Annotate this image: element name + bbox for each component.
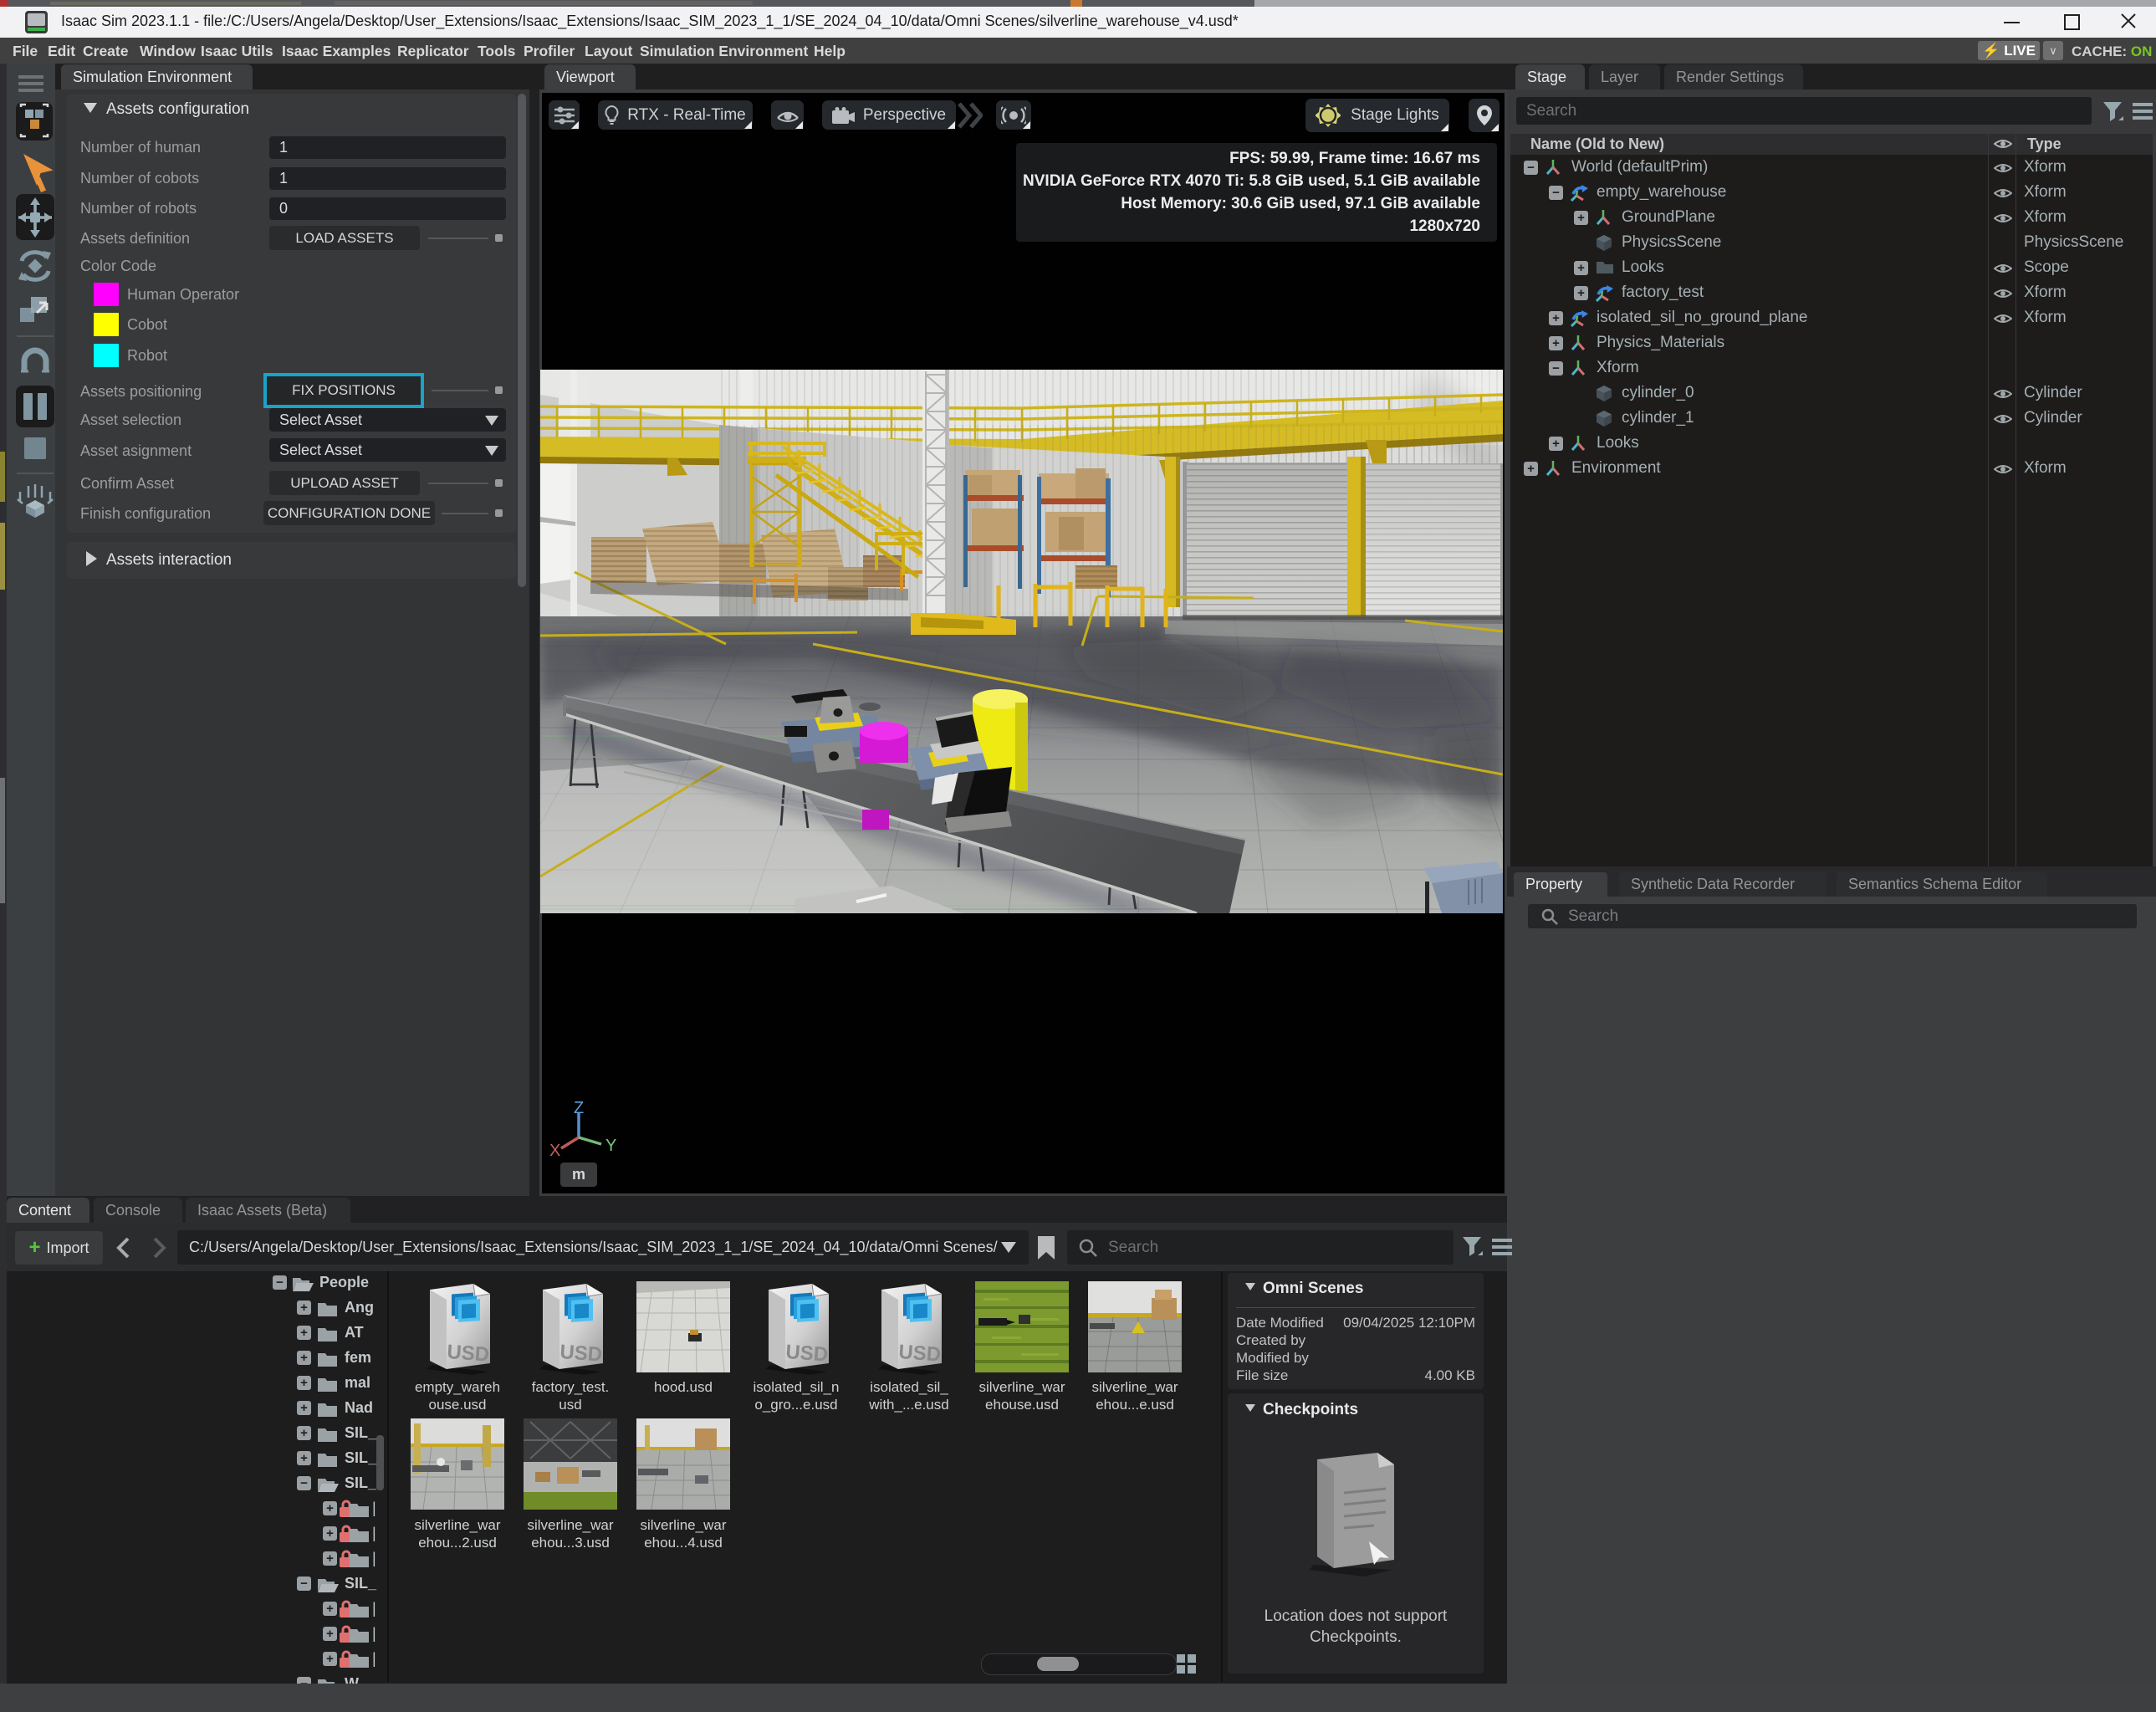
svg-text:Z: Z — [574, 1101, 584, 1117]
svg-text:Y: Y — [605, 1137, 616, 1155]
svg-text:USD: USD — [898, 1341, 942, 1366]
svg-text:X: X — [549, 1142, 560, 1159]
svg-text:USD: USD — [447, 1341, 490, 1366]
svg-text:USD: USD — [785, 1341, 829, 1366]
svg-text:USD: USD — [559, 1341, 603, 1366]
